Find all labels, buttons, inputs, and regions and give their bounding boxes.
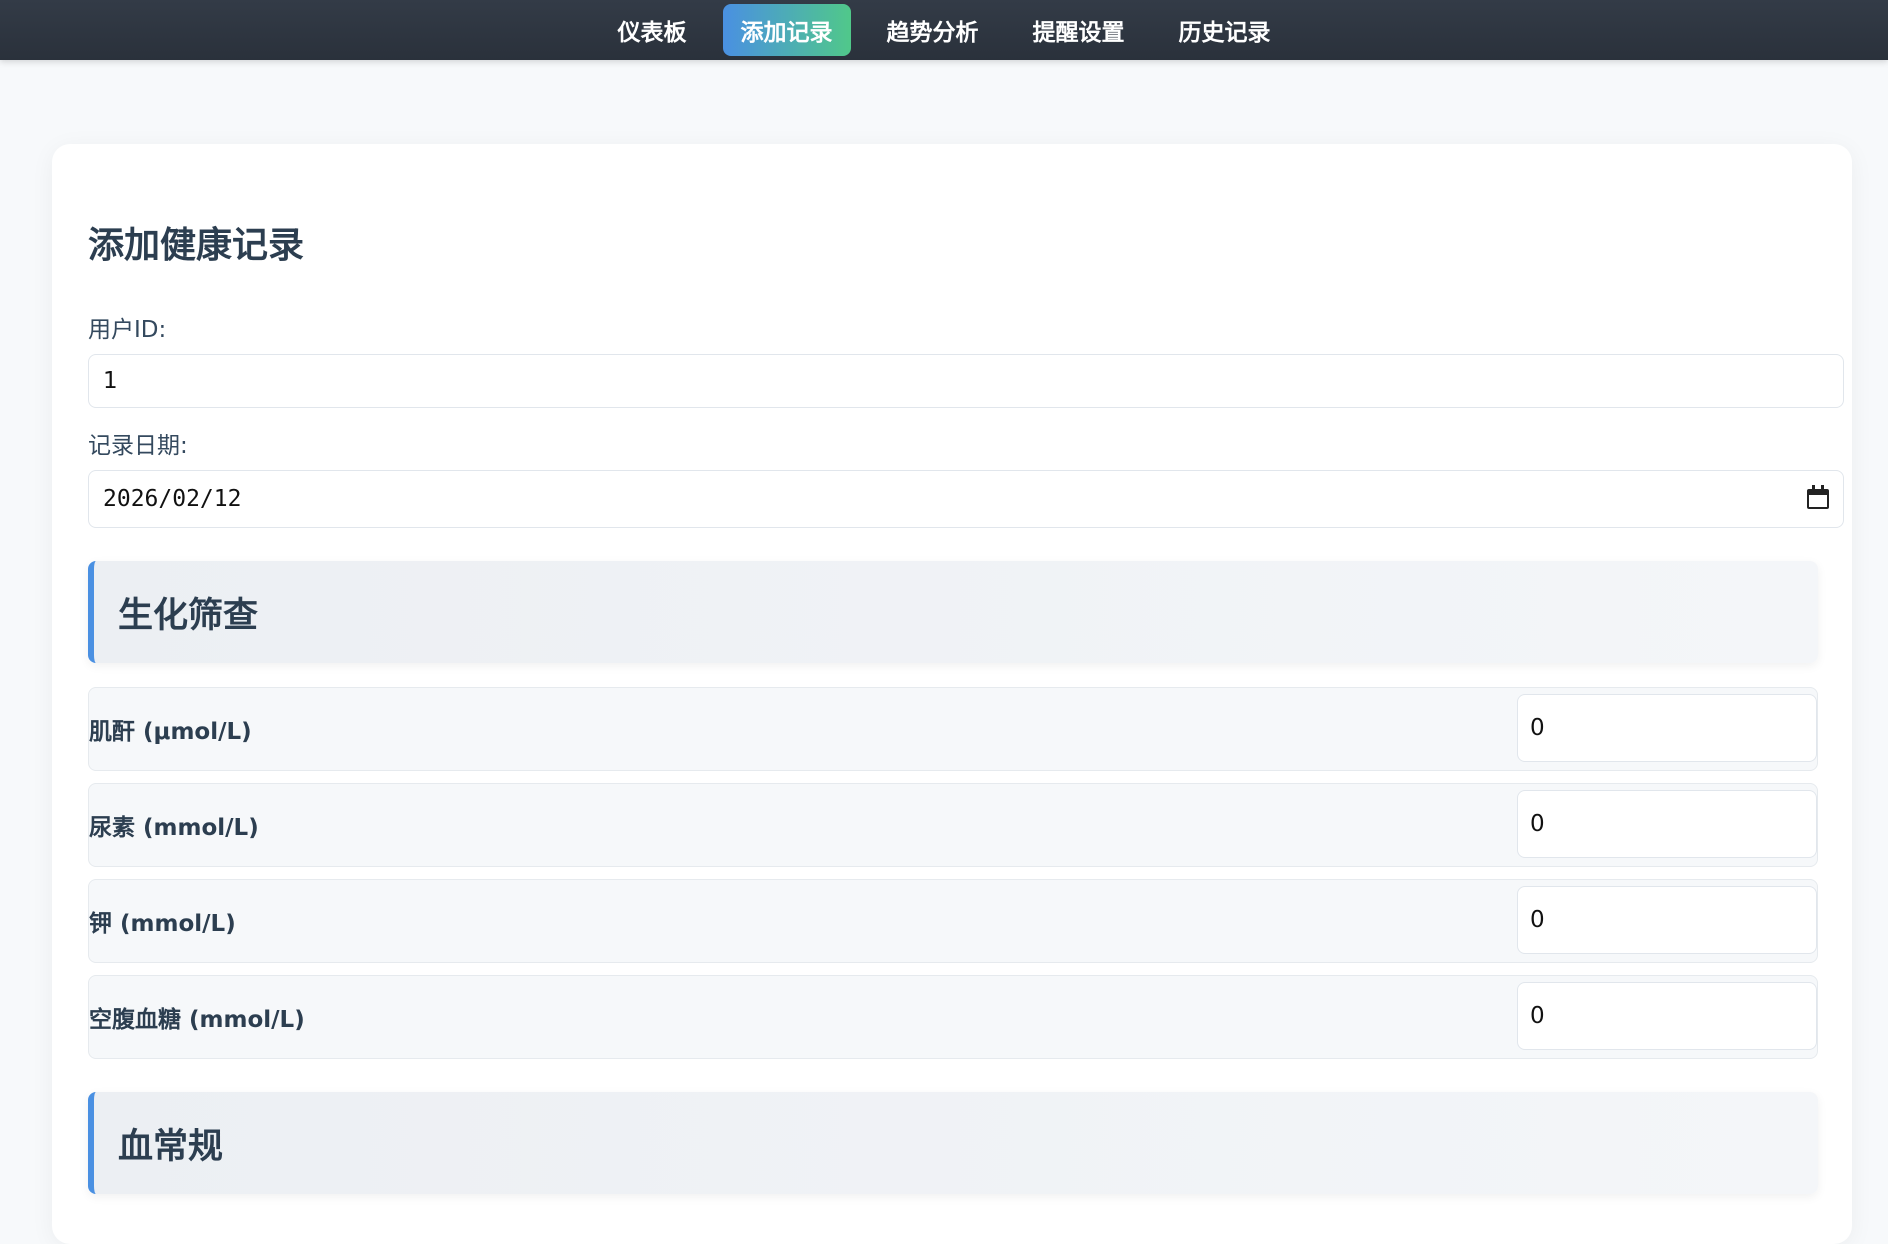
calendar-icon[interactable] bbox=[1807, 485, 1829, 509]
user-id-label: 用户ID: bbox=[88, 317, 167, 343]
urea-input[interactable]: 0 bbox=[1517, 790, 1817, 858]
fasting-glucose-value: 0 bbox=[1530, 1003, 1545, 1029]
metric-row-fasting-glucose: 空腹血糖 (mmol/L) 0 bbox=[88, 975, 1818, 1059]
top-navigation: 仪表板 添加记录 趋势分析 提醒设置 历史记录 bbox=[0, 0, 1888, 60]
nav-tab-dashboard[interactable]: 仪表板 bbox=[600, 4, 705, 56]
metric-label-fasting-glucose: 空腹血糖 (mmol/L) bbox=[89, 1007, 305, 1033]
metric-label-potassium: 钾 (mmol/L) bbox=[89, 911, 236, 937]
creatinine-value: 0 bbox=[1530, 715, 1545, 741]
urea-value: 0 bbox=[1530, 811, 1545, 837]
page-title: 添加健康记录 bbox=[88, 225, 305, 266]
metric-label-urea: 尿素 (mmol/L) bbox=[89, 815, 259, 841]
potassium-input[interactable]: 0 bbox=[1517, 886, 1817, 954]
nav-tab-reminder-settings[interactable]: 提醒设置 bbox=[1015, 4, 1143, 56]
nav-tab-trend-analysis[interactable]: 趋势分析 bbox=[869, 4, 997, 56]
section-header-blood-routine: 血常规 bbox=[88, 1092, 1818, 1194]
form-card: 添加健康记录 用户ID: 1 记录日期: 2026/02/12 生化筛查 肌酐 … bbox=[52, 144, 1852, 1244]
metric-row-potassium: 钾 (mmol/L) 0 bbox=[88, 879, 1818, 963]
metric-row-urea: 尿素 (mmol/L) 0 bbox=[88, 783, 1818, 867]
user-id-value: 1 bbox=[103, 368, 118, 394]
metric-row-creatinine: 肌酐 (μmol/L) 0 bbox=[88, 687, 1818, 771]
nav-tab-add-record[interactable]: 添加记录 bbox=[722, 4, 851, 56]
fasting-glucose-input[interactable]: 0 bbox=[1517, 982, 1817, 1050]
nav-tab-history[interactable]: 历史记录 bbox=[1161, 4, 1289, 56]
record-date-value: 2026/02/12 bbox=[103, 486, 242, 512]
record-date-label: 记录日期: bbox=[88, 433, 188, 459]
creatinine-input[interactable]: 0 bbox=[1517, 694, 1817, 762]
user-id-input[interactable]: 1 bbox=[88, 354, 1844, 408]
section-header-biochemistry: 生化筛查 bbox=[88, 561, 1818, 663]
metric-label-creatinine: 肌酐 (μmol/L) bbox=[89, 719, 252, 745]
potassium-value: 0 bbox=[1530, 907, 1545, 933]
record-date-input[interactable]: 2026/02/12 bbox=[88, 470, 1844, 528]
